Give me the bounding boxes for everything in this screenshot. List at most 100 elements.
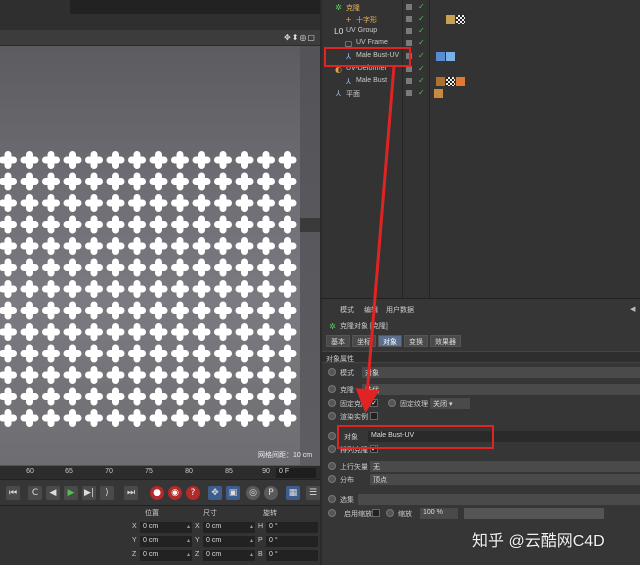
enabled-check-icon[interactable]: ✓	[418, 51, 425, 60]
menu-edit[interactable]: 编辑	[364, 305, 378, 315]
selection-field[interactable]	[358, 494, 640, 505]
move-key-icon[interactable]: ✥	[208, 486, 222, 500]
rotation-p-field[interactable]: 0 °	[266, 536, 318, 547]
go-to-start-icon[interactable]: ⏮	[6, 486, 20, 500]
render-instance-label: 渲染实例	[340, 414, 368, 421]
menu-userdata[interactable]: 用户数据	[386, 305, 414, 315]
distribution-select[interactable]: 顶点	[370, 474, 640, 485]
layer-icon[interactable]	[406, 28, 412, 34]
layer-icon[interactable]	[406, 40, 412, 46]
enabled-check-icon[interactable]: ✓	[418, 38, 425, 47]
spinner-icon[interactable]: ▴	[187, 537, 190, 544]
cross-clone	[171, 280, 189, 298]
material-tag-icon[interactable]	[436, 52, 445, 61]
spinner-icon[interactable]: ▴	[250, 551, 253, 558]
pla-key-icon[interactable]: ▦	[286, 486, 300, 500]
spinner-icon[interactable]: ▴	[187, 523, 190, 530]
enabled-check-icon[interactable]: ✓	[418, 76, 425, 85]
enabled-check-icon[interactable]: ✓	[418, 64, 425, 73]
loop-icon[interactable]: C	[28, 486, 42, 500]
cross-clone	[171, 366, 189, 384]
arrow-left-icon[interactable]: ◀	[630, 305, 635, 313]
scale-slider[interactable]	[464, 508, 604, 519]
tree-item[interactable]: ✲ 克隆 ✓	[322, 2, 640, 14]
material-tag-icon[interactable]	[446, 77, 455, 86]
viewport-nav-icon[interactable]: ✥⬍◎▢	[284, 33, 316, 42]
layer-icon[interactable]	[406, 90, 412, 96]
tab-basic[interactable]: 基本	[326, 335, 350, 347]
enabled-check-icon[interactable]: ✓	[418, 14, 425, 23]
menu-mode[interactable]: 模式	[340, 305, 354, 315]
tree-item[interactable]: L0 UV Group ✓	[322, 26, 640, 38]
cross-clone	[235, 237, 254, 255]
go-to-end-icon[interactable]: ⏭	[124, 486, 138, 500]
spinner-icon[interactable]: ▴	[250, 523, 253, 530]
tree-item[interactable]: + 十字形 ✓	[322, 14, 640, 26]
tab-coord[interactable]: 坐标	[352, 335, 376, 347]
material-tag-icon[interactable]	[446, 15, 455, 24]
anim-radio[interactable]	[388, 399, 396, 407]
use-scale-checkbox[interactable]	[372, 509, 380, 517]
next-key-icon[interactable]: ⟩	[100, 486, 114, 500]
spinner-icon[interactable]: ▴	[250, 537, 253, 544]
tree-item[interactable]: ⅄ Male Bust ✓	[322, 76, 640, 88]
anim-radio[interactable]	[328, 432, 336, 440]
anim-radio[interactable]	[328, 462, 336, 470]
spinner-icon[interactable]: ▴	[187, 551, 190, 558]
anim-radio[interactable]	[328, 385, 336, 393]
param-key-icon[interactable]: P	[264, 486, 278, 500]
tree-item[interactable]: ⅄ 平面 ✓	[322, 88, 640, 100]
anim-radio[interactable]	[328, 445, 336, 453]
anim-radio[interactable]	[328, 368, 336, 376]
fixed-texture-select[interactable]: 关闭 ▾	[430, 398, 470, 409]
step-forward-icon[interactable]: ▶|	[82, 486, 96, 500]
layer-icon[interactable]	[406, 4, 412, 10]
viewport[interactable]: ✥⬍◎▢ 网格间距：10 cm	[0, 0, 320, 465]
tab-effectors[interactable]: 效果器	[430, 335, 461, 347]
upvector-select[interactable]: 无	[370, 461, 640, 472]
size-x-field[interactable]: 0 cm	[203, 522, 255, 533]
material-tag-icon[interactable]	[456, 77, 465, 86]
fixed-clone-checkbox[interactable]: ✓	[370, 399, 378, 407]
layer-icon[interactable]	[406, 16, 412, 22]
position-x-field[interactable]: 0 cm	[140, 522, 192, 533]
cross-clone	[20, 323, 39, 341]
position-y-field[interactable]: 0 cm	[140, 536, 192, 547]
tab-transform[interactable]: 变换	[404, 335, 428, 347]
current-frame-field[interactable]: 0 F	[276, 468, 316, 478]
rotate-key-icon[interactable]: ◎	[246, 486, 260, 500]
step-back-icon[interactable]: ◀	[46, 486, 60, 500]
key-selection-icon[interactable]: ?	[186, 486, 200, 500]
scale-field[interactable]: 100 %	[420, 508, 458, 519]
enabled-check-icon[interactable]: ✓	[418, 2, 425, 11]
scale-key-icon[interactable]: ▣	[226, 486, 240, 500]
size-y-field[interactable]: 0 cm	[203, 536, 255, 547]
timeline-ruler[interactable]: 60 65 70 75 80 85 90 0 F	[0, 465, 320, 479]
timeline-icon[interactable]: ☰	[306, 486, 320, 500]
autokey-icon[interactable]: ◉	[168, 486, 182, 500]
material-tag-icon[interactable]	[436, 77, 445, 86]
record-icon[interactable]: ●	[150, 486, 164, 500]
position-z-field[interactable]: 0 cm	[140, 550, 192, 561]
enabled-check-icon[interactable]: ✓	[418, 26, 425, 35]
material-tag-icon[interactable]	[456, 15, 465, 24]
anim-radio[interactable]	[328, 475, 336, 483]
clone-select[interactable]: 迭代	[362, 384, 640, 395]
material-tag-icon[interactable]	[434, 89, 443, 98]
render-instance-checkbox[interactable]	[370, 412, 378, 420]
size-z-field[interactable]: 0 cm	[203, 550, 255, 561]
rotation-b-field[interactable]: 0 °	[266, 550, 318, 561]
tab-object[interactable]: 对象	[378, 335, 402, 347]
anim-radio[interactable]	[328, 509, 336, 517]
enabled-check-icon[interactable]: ✓	[418, 88, 425, 97]
material-tag-icon[interactable]	[446, 52, 455, 61]
anim-radio[interactable]	[328, 412, 336, 420]
anim-radio[interactable]	[328, 495, 336, 503]
mode-select[interactable]: 对象	[362, 367, 640, 378]
anim-radio[interactable]	[386, 509, 394, 517]
anim-radio[interactable]	[328, 399, 336, 407]
play-icon[interactable]: ▶	[64, 486, 78, 500]
rotation-h-field[interactable]: 0 °	[266, 522, 318, 533]
cross-clone	[149, 194, 168, 212]
layer-icon[interactable]	[406, 78, 412, 84]
